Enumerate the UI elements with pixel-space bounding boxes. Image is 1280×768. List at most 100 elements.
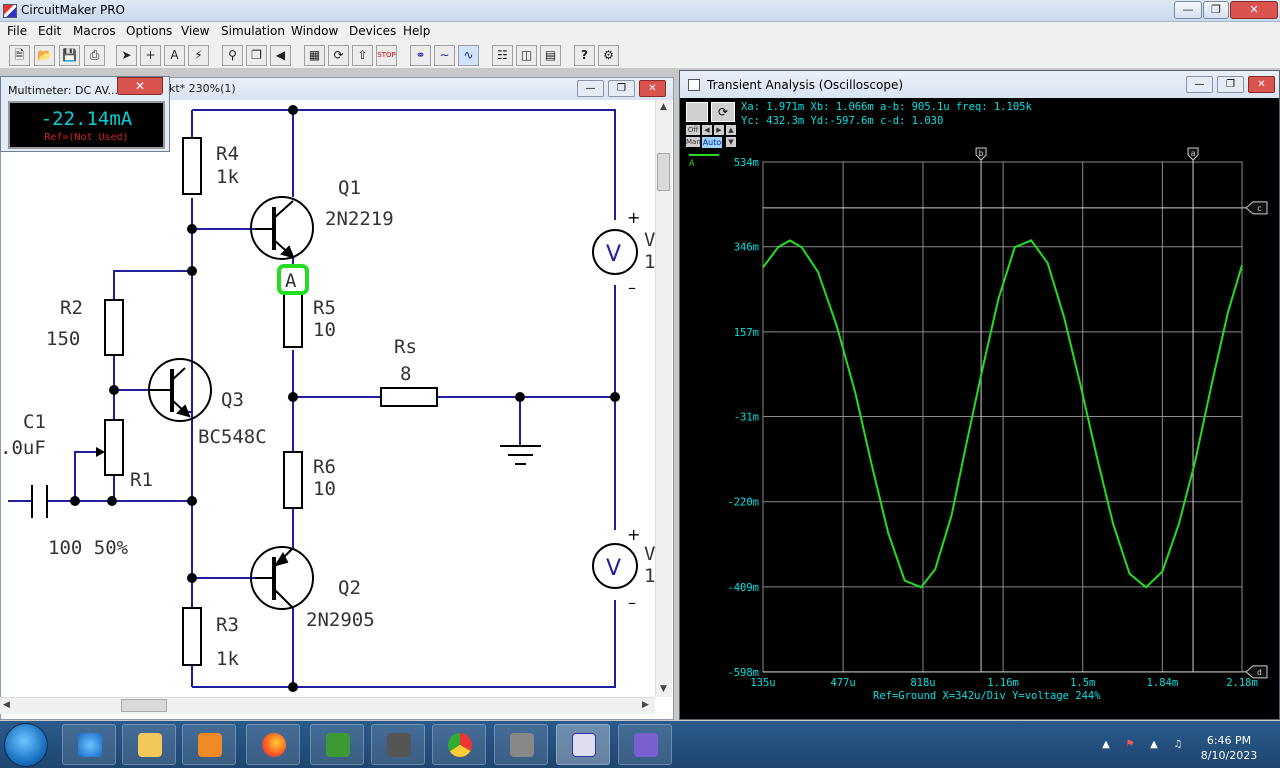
svg-text:–: –	[628, 593, 636, 612]
top-rail-wire	[192, 109, 616, 220]
taskbar-internet-explorer[interactable]	[62, 724, 116, 765]
osc-maximize-button[interactable]: ❐	[1217, 76, 1244, 93]
c1-value: .0uF	[0, 437, 46, 459]
r3-body	[182, 607, 202, 666]
taskbar-media-player[interactable]	[182, 724, 236, 765]
rs-body	[380, 387, 438, 407]
tray-network-icon[interactable]: ▲	[1148, 739, 1160, 751]
r2-value: 150	[46, 328, 80, 350]
v-bot-name: V	[644, 543, 655, 565]
osc-waveform-icon[interactable]	[686, 102, 708, 122]
schematic-horizontal-scrollbar[interactable]	[0, 697, 655, 714]
r2-body	[104, 299, 124, 356]
v-top-symbol: V	[606, 242, 621, 267]
scroll-up-arrow-icon[interactable]: ▲	[660, 102, 667, 112]
q3-value: BC548C	[198, 426, 267, 448]
svg-text:+: +	[627, 525, 640, 544]
svg-text:–: –	[628, 278, 636, 297]
restore-button[interactable]: ❐	[1203, 1, 1229, 19]
taskbar-circuitmaker-active[interactable]	[556, 724, 610, 765]
osc-minimize-button[interactable]: —	[1186, 76, 1213, 93]
r6-value: 10	[313, 478, 336, 500]
clock-time: 6:46 PM	[1206, 734, 1252, 747]
taskbar-clock[interactable]: 6:46 PM 8/10/2023	[1196, 733, 1262, 763]
r1-value: 100 50%	[48, 537, 129, 559]
firefox-icon	[262, 733, 286, 757]
osc-man-button[interactable]: Man	[686, 137, 701, 147]
r5-value: 10	[313, 319, 336, 341]
r2-name: R2	[60, 297, 83, 319]
close-button[interactable]: ✕	[1230, 1, 1278, 19]
osc-off-button[interactable]: Off	[686, 125, 700, 135]
osc-right-arrow-icon[interactable]: ▶	[714, 125, 724, 135]
osc-down-arrow-icon[interactable]: ▼	[726, 137, 736, 147]
osc-reset-icon[interactable]: ⟳	[711, 102, 735, 122]
schematic-app-icon	[572, 733, 596, 757]
taskbar-drawing-app[interactable]	[618, 724, 672, 765]
taskbar-firefox[interactable]	[246, 724, 300, 765]
oscilloscope-icon	[688, 79, 700, 91]
raccoon-icon	[510, 733, 534, 757]
folder-icon	[138, 733, 162, 757]
scroll-down-arrow-icon[interactable]: ▼	[660, 684, 667, 694]
windows-taskbar: ▲ ⚑ ▲ ♫ 6:46 PM 8/10/2023	[0, 721, 1280, 768]
r4-name: R4	[216, 143, 239, 165]
multimeter-window[interactable]: Multimeter: DC AV... ✕ -22.14mA Ref=(Not…	[0, 76, 170, 152]
r5-name: R5	[313, 297, 336, 319]
r6-body	[283, 451, 303, 509]
bottom-rail-wire	[192, 600, 616, 688]
probe-a-label: A	[285, 270, 297, 292]
v-top-value: 1	[644, 251, 655, 273]
osc-close-button[interactable]: ✕	[1248, 76, 1275, 93]
circuitmaker-pro-icon	[326, 733, 350, 757]
multimeter-reading: -22.14mA	[40, 108, 133, 130]
internet-explorer-icon	[78, 733, 102, 757]
oscilloscope-title: Transient Analysis (Oscilloscope)	[707, 78, 904, 92]
r3-value: 1k	[216, 648, 239, 670]
osc-up-arrow-icon[interactable]: ▲	[726, 125, 736, 135]
tray-flag-icon[interactable]: ⚑	[1124, 739, 1136, 751]
v-top-name: V	[644, 229, 655, 251]
calculator-icon	[387, 733, 411, 757]
taskbar-raccoon-app[interactable]	[494, 724, 548, 765]
v-bot-value: 1	[644, 565, 655, 587]
tray-volume-icon[interactable]: ♫	[1172, 739, 1184, 751]
start-button-icon[interactable]	[4, 723, 48, 767]
schematic-horizontal-scroll-thumb[interactable]	[121, 699, 167, 712]
q2-name: Q2	[338, 577, 361, 599]
minimize-button[interactable]: —	[1174, 1, 1202, 19]
chrome-icon	[448, 733, 472, 757]
capacitor-c1	[31, 485, 48, 518]
multimeter-close-button[interactable]: ✕	[117, 77, 163, 95]
r3-name: R3	[216, 614, 239, 636]
multimeter-ref: Ref=(Not Used)	[44, 132, 129, 143]
multimeter-display: -22.14mA Ref=(Not Used)	[8, 101, 165, 149]
r1-wiper-arrow	[96, 447, 105, 457]
oscilloscope-title-bar: Transient Analysis (Oscilloscope) — ❐ ✕	[680, 71, 1279, 98]
rs-name: Rs	[394, 336, 417, 358]
tray-expand-icon[interactable]: ▲	[1100, 739, 1112, 751]
c1-name: C1	[23, 411, 46, 433]
taskbar-file-explorer[interactable]	[122, 724, 176, 765]
pen-icon	[634, 733, 658, 757]
scroll-right-arrow-icon[interactable]: ▶	[642, 700, 649, 710]
r1-name: R1	[130, 469, 153, 491]
osc-left-arrow-icon[interactable]: ◀	[702, 125, 712, 135]
r4-body	[182, 137, 202, 195]
multimeter-title: Multimeter: DC AV...	[8, 84, 119, 97]
oscilloscope-window: Transient Analysis (Oscilloscope) — ❐ ✕ …	[679, 70, 1280, 720]
taskbar-circuitmaker-32[interactable]	[310, 724, 364, 765]
svg-text:+: +	[627, 208, 640, 227]
r6-name: R6	[313, 456, 336, 478]
r1-body	[104, 419, 124, 476]
osc-auto-button[interactable]: Auto	[702, 137, 722, 148]
q3-name: Q3	[221, 389, 244, 411]
scroll-left-arrow-icon[interactable]: ◀	[3, 700, 10, 710]
component-labels: R4 1k Q1 2N2219 R2 150 R5 10 Rs 8 Q3 BC5…	[0, 143, 655, 670]
q1-name: Q1	[338, 177, 361, 199]
ground-symbol	[500, 445, 541, 465]
taskbar-chrome[interactable]	[432, 724, 486, 765]
media-player-icon	[198, 733, 222, 757]
schematic-vertical-scroll-thumb[interactable]	[657, 153, 670, 191]
taskbar-calculator[interactable]	[371, 724, 425, 765]
